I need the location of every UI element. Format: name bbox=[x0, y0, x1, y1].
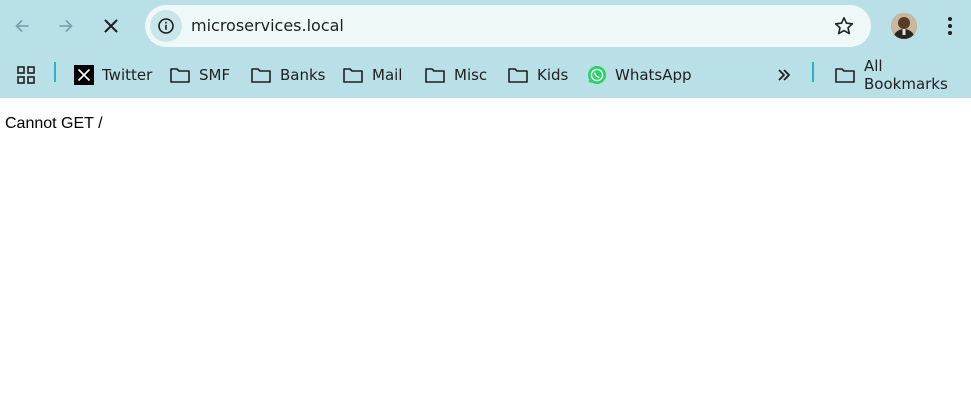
arrow-left-icon bbox=[15, 20, 29, 32]
bookmark-label: WhatsApp bbox=[615, 66, 692, 84]
info-icon bbox=[158, 18, 174, 34]
bookmark-folder-smf[interactable]: SMF bbox=[169, 61, 230, 89]
bookmark-label: Banks bbox=[280, 66, 326, 84]
x-logo-icon bbox=[74, 65, 94, 85]
browser-menu-button[interactable] bbox=[936, 11, 964, 41]
bookmark-folder-kids[interactable]: Kids bbox=[507, 61, 568, 89]
apps-grid-icon bbox=[17, 66, 35, 84]
apps-button[interactable] bbox=[16, 61, 36, 89]
error-message: Cannot GET / bbox=[5, 115, 103, 132]
bookmark-label: Kids bbox=[537, 66, 569, 84]
bookmarks-separator bbox=[812, 62, 814, 82]
folder-icon bbox=[343, 68, 363, 83]
bookmark-label: Twitter bbox=[102, 66, 153, 84]
back-button[interactable] bbox=[5, 9, 39, 43]
all-bookmarks-label: All Bookmarks bbox=[864, 57, 948, 93]
star-icon bbox=[834, 17, 854, 35]
more-vert-icon bbox=[948, 17, 952, 35]
site-info-button[interactable] bbox=[150, 10, 182, 42]
url-text[interactable]: microservices.local bbox=[191, 16, 344, 35]
close-icon bbox=[104, 19, 118, 33]
chevron-double-right-icon bbox=[778, 69, 790, 81]
bookmarks-overflow-button[interactable] bbox=[776, 61, 792, 89]
folder-icon bbox=[425, 68, 445, 83]
forward-button[interactable] bbox=[49, 9, 83, 43]
bookmarks-bar: Twitter SMF Banks Mail Misc Kids WhatsAp… bbox=[0, 53, 971, 98]
bookmark-twitter[interactable]: Twitter bbox=[74, 61, 152, 89]
bookmark-label: SMF bbox=[199, 66, 231, 84]
stop-loading-button[interactable] bbox=[94, 9, 128, 43]
bookmark-whatsapp[interactable]: WhatsApp bbox=[587, 61, 692, 89]
bookmark-label: Misc bbox=[454, 66, 488, 84]
folder-icon bbox=[170, 68, 190, 83]
folder-icon bbox=[251, 68, 271, 83]
bookmark-folder-misc[interactable]: Misc bbox=[424, 61, 487, 89]
address-bar[interactable]: microservices.local bbox=[145, 5, 871, 47]
arrow-right-icon bbox=[59, 20, 73, 32]
bookmark-folder-banks[interactable]: Banks bbox=[250, 61, 326, 89]
bookmark-folder-mail[interactable]: Mail bbox=[342, 61, 402, 89]
folder-icon bbox=[835, 68, 855, 83]
all-bookmarks-button[interactable]: All Bookmarks bbox=[834, 57, 971, 93]
profile-avatar[interactable] bbox=[891, 13, 917, 39]
browser-toolbar: microservices.local bbox=[0, 0, 971, 53]
avatar-image bbox=[891, 13, 917, 39]
bookmarks-separator bbox=[54, 62, 56, 82]
whatsapp-icon bbox=[588, 66, 606, 84]
bookmark-label: Mail bbox=[372, 66, 403, 84]
folder-icon bbox=[508, 68, 528, 83]
bookmark-star-button[interactable] bbox=[833, 15, 855, 37]
